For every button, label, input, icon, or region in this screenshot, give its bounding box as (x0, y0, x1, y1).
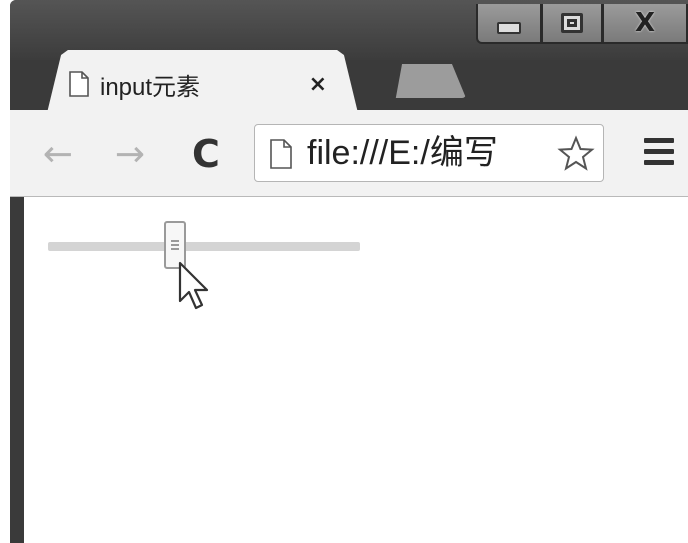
back-button[interactable]: ← (36, 132, 80, 176)
page-content (24, 197, 688, 543)
star-icon[interactable] (557, 135, 595, 173)
minimize-icon (497, 22, 521, 34)
range-slider[interactable] (48, 221, 360, 269)
close-window-button[interactable]: X (602, 4, 688, 44)
tab-close-button[interactable]: × (309, 72, 327, 97)
tab-active[interactable]: input元素 × (47, 50, 358, 112)
forward-button[interactable]: → (108, 132, 152, 176)
page-icon (270, 139, 292, 169)
address-url[interactable]: file:///E:/编写 (307, 133, 535, 173)
minimize-button[interactable] (476, 4, 542, 44)
maximize-button[interactable] (541, 4, 603, 44)
page-icon (69, 71, 89, 97)
mouse-pointer-icon (178, 261, 209, 310)
window-controls: X (476, 4, 688, 50)
address-bar[interactable]: file:///E:/编写 (254, 124, 604, 182)
maximize-icon (561, 13, 583, 33)
reload-button[interactable]: C (184, 132, 228, 176)
close-icon: X (634, 8, 656, 38)
tab-title: input元素 (100, 73, 201, 101)
menu-icon[interactable] (644, 138, 674, 168)
browser-toolbar: ← → C file:///E:/编写 (10, 110, 688, 197)
range-track[interactable] (48, 242, 360, 251)
browser-window: X input元素 × ← → C file:///E:/编写 (10, 0, 688, 543)
new-tab-button[interactable] (395, 64, 466, 98)
